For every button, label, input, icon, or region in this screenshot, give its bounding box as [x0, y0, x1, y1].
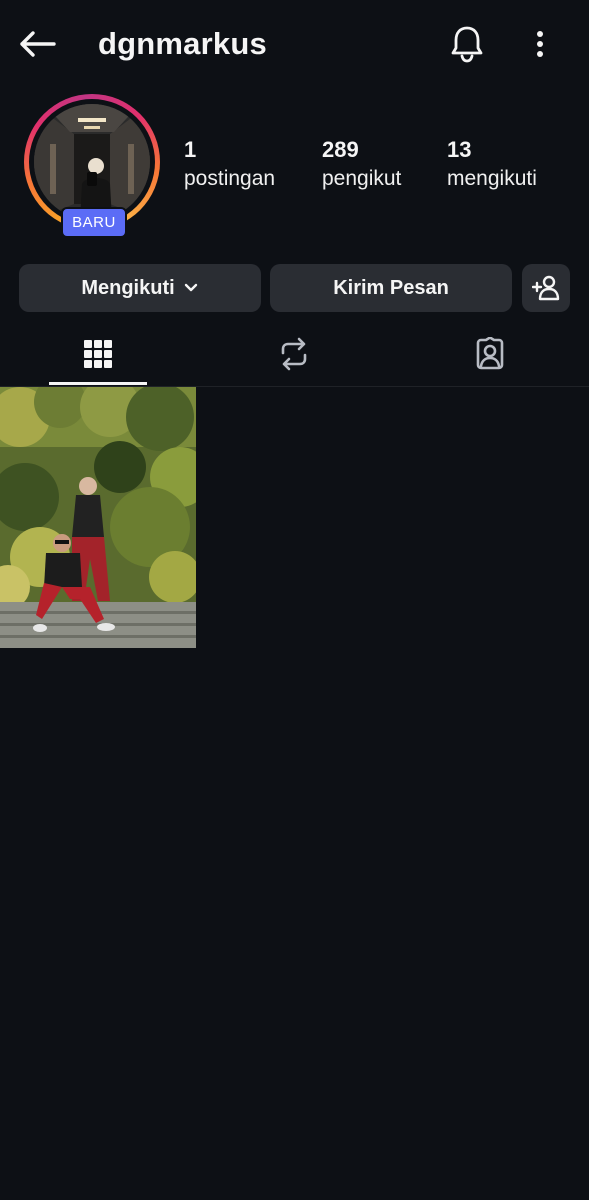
stat-followers[interactable]: 289 pengikut	[322, 136, 401, 194]
profile-username: dgnmarkus	[98, 26, 267, 61]
post-image	[0, 387, 196, 648]
bell-icon	[451, 26, 483, 63]
tab-tagged[interactable]	[392, 322, 588, 386]
repost-icon	[281, 337, 307, 371]
profile-tabs	[0, 322, 589, 387]
back-button[interactable]	[16, 24, 58, 64]
stat-followers-label: pengikut	[322, 167, 402, 190]
send-message-label: Kirim Pesan	[333, 276, 449, 299]
send-message-button[interactable]: Kirim Pesan	[270, 264, 512, 312]
stat-following-label: mengikuti	[447, 167, 537, 190]
stat-posts[interactable]: 1 postingan	[184, 136, 275, 194]
person-add-icon	[532, 275, 560, 301]
tagged-person-icon	[476, 337, 504, 370]
avatar-photo	[34, 104, 150, 220]
arrow-left-icon	[20, 31, 56, 57]
active-tab-indicator	[49, 382, 147, 385]
grid-icon	[84, 340, 112, 368]
suggest-people-button[interactable]	[522, 264, 570, 312]
following-button-label: Mengikuti	[81, 276, 175, 299]
stat-posts-value: 1	[184, 137, 197, 162]
stat-following[interactable]: 13 mengikuti	[447, 136, 537, 194]
tab-posts-grid[interactable]	[0, 322, 196, 386]
stat-posts-label: postingan	[184, 167, 276, 190]
post-thumbnail[interactable]	[0, 387, 196, 648]
stat-following-value: 13	[447, 137, 472, 162]
notifications-button[interactable]	[446, 22, 488, 66]
tab-reposts[interactable]	[196, 322, 392, 386]
more-options-button[interactable]	[522, 22, 558, 66]
chevron-down-icon	[184, 283, 197, 292]
more-vertical-icon	[537, 31, 543, 57]
stat-followers-value: 289	[322, 137, 359, 162]
following-dropdown-button[interactable]: Mengikuti	[19, 264, 261, 312]
new-badge: BARU	[61, 207, 127, 238]
top-bar: dgnmarkus	[0, 0, 589, 88]
